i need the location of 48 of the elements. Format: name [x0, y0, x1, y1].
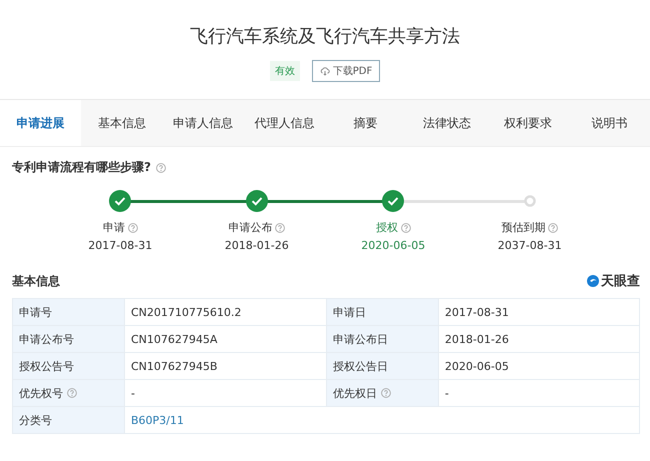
- step-date: 2017-08-31: [88, 239, 152, 252]
- patent-title: 飞行汽车系统及飞行汽车共享方法: [190, 25, 460, 48]
- field-label: 优先权号: [19, 386, 63, 400]
- field-label: 申请公布号: [19, 332, 74, 346]
- step-label: 申请: [102, 220, 125, 235]
- field-label: 优先权日: [332, 386, 377, 400]
- step-date: 2037-08-31: [498, 239, 562, 252]
- section-heading: 专利申请流程有哪些步骤?: [12, 159, 151, 176]
- step-label: 预估到期: [501, 220, 546, 235]
- field-value: -: [444, 386, 449, 400]
- step-date: 2018-01-26: [224, 239, 289, 252]
- tab[interactable]: 法律状态: [406, 100, 488, 146]
- help-icon[interactable]: [380, 388, 391, 398]
- field-label: 申请公布日: [332, 332, 388, 346]
- field-value: CN107627945A: [130, 332, 218, 346]
- field-label: 申请号: [19, 306, 52, 318]
- tab[interactable]: 申请人信息: [162, 100, 244, 146]
- tab[interactable]: 基本信息: [81, 100, 162, 146]
- field-value: 2017-08-31: [444, 306, 509, 318]
- status-tag: 有效: [270, 61, 300, 81]
- help-icon[interactable]: [275, 222, 286, 232]
- tab[interactable]: 说明书: [568, 100, 650, 146]
- section-heading: 基本信息: [12, 272, 60, 290]
- download-button[interactable]: 下载PDF: [312, 60, 380, 82]
- help-icon[interactable]: [548, 222, 558, 232]
- tab[interactable]: 摘要: [325, 100, 406, 146]
- help-icon[interactable]: [156, 162, 166, 172]
- field-value: -: [130, 386, 135, 400]
- field-label: 分类号: [19, 414, 52, 426]
- help-icon[interactable]: [67, 388, 77, 398]
- field-value: CN107627945B: [130, 360, 218, 372]
- field-label: 授权公告号: [19, 360, 74, 372]
- field-value: 2018-01-26: [444, 332, 509, 346]
- classification-link[interactable]: B60P3/11: [130, 414, 184, 426]
- field-value: CN201710775610.2: [130, 306, 242, 318]
- field-value: 2020-06-05: [444, 360, 509, 372]
- brand-name: 天眼查: [601, 273, 640, 290]
- tab[interactable]: 权利要求: [488, 100, 569, 146]
- step-date: 2020-06-05: [361, 239, 426, 252]
- cloud-download-icon: [320, 66, 330, 76]
- field-label: 申请日: [332, 306, 366, 318]
- step-label: 申请公布: [228, 220, 272, 235]
- step-label: 授权: [376, 220, 398, 235]
- tab[interactable]: 代理人信息: [244, 100, 325, 146]
- help-icon[interactable]: [400, 222, 411, 232]
- field-label: 授权公告日: [332, 360, 388, 372]
- help-icon[interactable]: [128, 222, 138, 232]
- tab[interactable]: 申请进展: [0, 100, 82, 146]
